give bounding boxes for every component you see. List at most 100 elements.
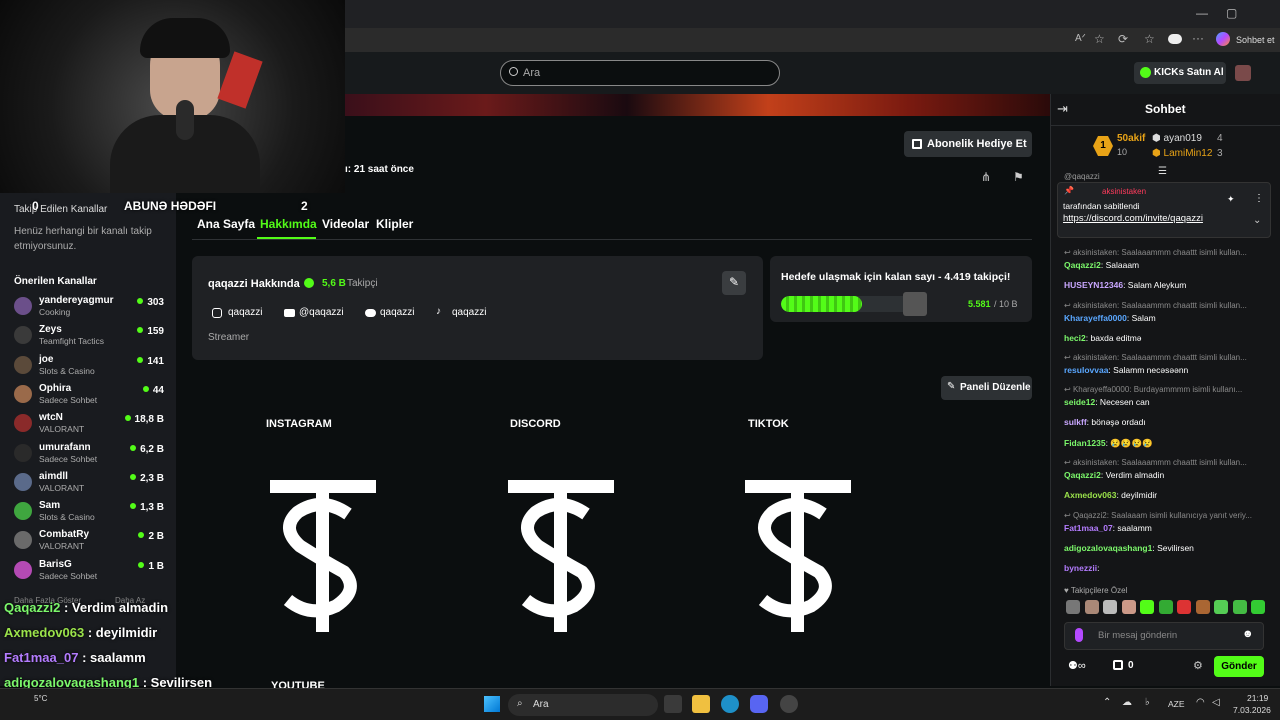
emoji-picker-icon[interactable]: ☻: [1242, 628, 1254, 640]
clock-time[interactable]: 21:19: [1247, 693, 1268, 703]
social-instagram[interactable]: qaqazzi: [228, 307, 262, 318]
chat-message[interactable]: Fat1maa_07: saalamm: [1064, 523, 1152, 533]
start-icon[interactable]: [484, 696, 500, 712]
pinned-more-icon[interactable]: ⋮: [1254, 193, 1264, 204]
chat-message[interactable]: resulovvaa: Salamm necəsəənn: [1064, 365, 1188, 375]
weather-temp[interactable]: 5°C: [34, 694, 47, 703]
edit-about-button[interactable]: ✎: [722, 271, 746, 295]
recommended-channel[interactable]: yandereyagmur Cooking 303: [14, 294, 164, 322]
task-view-icon[interactable]: [664, 695, 682, 713]
chat-message[interactable]: Qaqazzi2: Salaaam: [1064, 260, 1139, 270]
chat-username[interactable]: adigozalovaqashang1: [1064, 543, 1152, 553]
chat-message[interactable]: bynezzii:: [1064, 563, 1099, 573]
tab-clips[interactable]: Klipler: [376, 217, 413, 231]
chat-message[interactable]: Axmedov063: deyilmidir: [1064, 490, 1157, 500]
chat-username[interactable]: bynezzii: [1064, 563, 1097, 573]
recommended-channel[interactable]: Sam Slots & Casino 1,3 B: [14, 499, 164, 527]
wifi-icon[interactable]: ◠: [1196, 697, 1205, 708]
favorites-icon[interactable]: ☆: [1144, 32, 1155, 46]
tab-videos[interactable]: Videolar: [322, 217, 369, 231]
social-tiktok[interactable]: qaqazzi: [452, 307, 486, 318]
emote-icon[interactable]: [1066, 600, 1080, 614]
tray-expand-icon[interactable]: ⌃: [1103, 697, 1111, 708]
chat-username[interactable]: Kharayeffa0000: [1064, 313, 1127, 323]
gift-sub-button[interactable]: Abonelik Hediye Et: [904, 131, 1032, 157]
chat-message[interactable]: Fidan1235: 😢😢😢😢: [1064, 438, 1153, 449]
chat-reply-context[interactable]: ↩ Qaqazzi2: Saalaaam isimli kullanıcıya …: [1064, 511, 1252, 520]
expand-leaderboard-icon[interactable]: ☰: [1158, 166, 1167, 177]
send-button[interactable]: Gönder: [1214, 656, 1264, 677]
chat-message[interactable]: sulkff: bönəşə ordadı: [1064, 417, 1146, 427]
user-avatar[interactable]: [1235, 65, 1251, 81]
clock-date[interactable]: 7.03.2026: [1233, 705, 1271, 715]
obs-icon[interactable]: [780, 695, 798, 713]
favorite-star-icon[interactable]: ☆: [1094, 32, 1105, 46]
volume-icon[interactable]: ◁: [1212, 697, 1220, 708]
leader1-name[interactable]: 50akif: [1117, 133, 1145, 144]
chat-username[interactable]: Fidan1235: [1064, 438, 1106, 448]
emote-icon[interactable]: [1251, 600, 1265, 614]
recommended-channel[interactable]: Ophira Sadece Sohbet 44: [14, 382, 164, 410]
recommended-channel[interactable]: umurafann Sadece Sohbet 6,2 B: [14, 441, 164, 469]
recommended-channel[interactable]: BarisG Sadece Sohbet 1 B: [14, 558, 164, 586]
collapse-chat-icon[interactable]: ⇥: [1057, 101, 1068, 117]
chat-username[interactable]: resulovvaa: [1064, 365, 1108, 375]
kick-points-icon[interactable]: ⚉∞: [1068, 659, 1086, 672]
onedrive-icon[interactable]: ☁: [1122, 697, 1132, 708]
leader2-name[interactable]: ⬢ ayan019: [1152, 133, 1202, 144]
mic-tray-icon[interactable]: ♭: [1145, 697, 1150, 708]
chat-reply-context[interactable]: ↩ aksinistaken: Saalaaammm chaattt isiml…: [1064, 353, 1247, 362]
chat-message[interactable]: adigozalovaqashang1: Sevilirsen: [1064, 543, 1194, 553]
emote-icon[interactable]: [1177, 600, 1191, 614]
chat-message[interactable]: HUSEYN12346: Salam Aleykum: [1064, 280, 1186, 290]
panel-logo-instagram[interactable]: [266, 476, 376, 632]
panel-logo-discord[interactable]: [504, 476, 614, 632]
emote-icon[interactable]: [1140, 600, 1154, 614]
chat-username[interactable]: Fat1maa_07: [1064, 523, 1113, 533]
chat-username[interactable]: Qaqazzi2: [1064, 470, 1101, 480]
profile-extension-icon[interactable]: [1168, 34, 1182, 44]
emote-icon[interactable]: [1214, 600, 1228, 614]
chat-username[interactable]: sulkff: [1064, 417, 1087, 427]
read-aloud-icon[interactable]: Aᐟ: [1075, 33, 1086, 44]
chat-reply-context[interactable]: ↩ aksinistaken: Saalaaammm chaattt isiml…: [1064, 301, 1247, 310]
chat-username[interactable]: heci2: [1064, 333, 1086, 343]
chat-username[interactable]: seide12: [1064, 397, 1095, 407]
restore-button[interactable]: ▢: [1226, 6, 1237, 20]
chat-message[interactable]: Kharayeffa0000: Salam: [1064, 313, 1156, 323]
chat-reply-context[interactable]: ↩ aksinistaken: Saalaaammm chaattt isiml…: [1064, 458, 1247, 467]
emote-icon[interactable]: [1103, 600, 1117, 614]
social-youtube[interactable]: @qaqazzi: [299, 307, 344, 318]
recommended-channel[interactable]: Zeys Teamfight Tactics 159: [14, 323, 164, 351]
emote-icon[interactable]: [1158, 600, 1173, 614]
extension-icon[interactable]: ⟳: [1118, 32, 1128, 46]
report-user-icon[interactable]: ⚑: [1013, 170, 1024, 184]
chat-message[interactable]: Qaqazzi2: Verdim almadin: [1064, 470, 1164, 480]
chat-reply-context[interactable]: ↩ aksinistaken: Saalaaammm chaattt isiml…: [1064, 248, 1247, 257]
chat-message[interactable]: heci2: baxda editmə: [1064, 333, 1142, 343]
leader3-name[interactable]: ⬢ LamiMin12: [1152, 148, 1212, 159]
file-explorer-icon[interactable]: [692, 695, 710, 713]
recommended-channel[interactable]: aimdll VALORANT 2,3 B: [14, 470, 164, 498]
chat-username[interactable]: HUSEYN12346: [1064, 280, 1123, 290]
chat-username[interactable]: Qaqazzi2: [1064, 260, 1101, 270]
social-discord[interactable]: qaqazzi: [380, 307, 414, 318]
chat-message[interactable]: seide12: Necesen can: [1064, 397, 1150, 407]
pinned-by-user[interactable]: aksinistaken: [1102, 187, 1146, 196]
chat-reply-context[interactable]: ↩ Kharayeffa0000: Burdayammmm isimli kul…: [1064, 385, 1242, 394]
more-menu-icon[interactable]: ···: [1192, 31, 1204, 45]
recommended-channel[interactable]: joe Slots & Casino 141: [14, 353, 164, 381]
edge-icon[interactable]: [721, 695, 739, 713]
taskbar-search[interactable]: [508, 694, 658, 716]
language-indicator[interactable]: AZE: [1168, 699, 1185, 709]
recommended-channel[interactable]: CombatRy VALORANT 2 B: [14, 528, 164, 556]
search-input[interactable]: Ara: [500, 60, 780, 86]
unpin-icon[interactable]: ✦: [1227, 194, 1235, 205]
discord-app-icon[interactable]: [750, 695, 768, 713]
pinned-link[interactable]: https://discord.com/invite/qaqazzi: [1063, 213, 1203, 224]
pinned-expand-icon[interactable]: ⌄: [1253, 215, 1261, 226]
emote-icon[interactable]: [1121, 600, 1136, 614]
recommended-channel[interactable]: wtcN VALORANT 18,8 B: [14, 411, 164, 439]
minimize-button[interactable]: —: [1196, 6, 1208, 20]
tab-about[interactable]: Hakkımda: [260, 217, 317, 231]
